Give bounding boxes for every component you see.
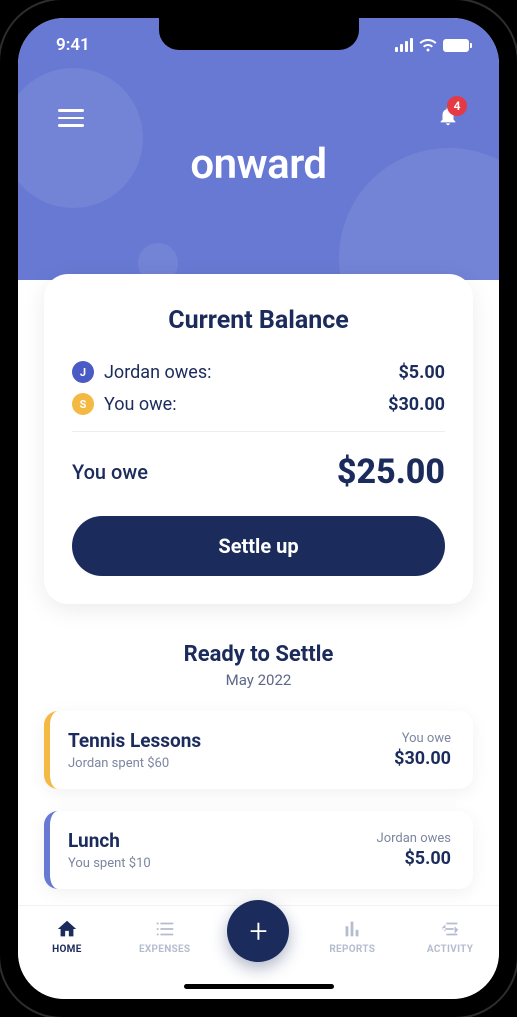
wifi-icon xyxy=(419,38,437,52)
expense-subtitle: Jordan spent $60 xyxy=(68,756,201,771)
balance-row-label: You owe: xyxy=(104,394,177,415)
ready-to-settle-title: Ready to Settle xyxy=(44,642,473,667)
app-logo: onward xyxy=(18,140,499,189)
avatar-you: S xyxy=(72,393,94,415)
expense-title: Tennis Lessons xyxy=(68,729,201,752)
nav-activity[interactable]: ACTIVITY xyxy=(415,918,485,955)
balance-row-jordan: J Jordan owes: $5.00 xyxy=(72,361,445,383)
battery-icon xyxy=(443,39,469,52)
nav-label: EXPENSES xyxy=(139,944,190,955)
expense-amount: $5.00 xyxy=(377,848,451,869)
add-button[interactable]: + xyxy=(227,900,289,962)
balance-card: Current Balance J Jordan owes: $5.00 S Y… xyxy=(44,274,473,604)
signal-icon xyxy=(395,38,413,52)
balance-title: Current Balance xyxy=(72,306,445,335)
list-icon xyxy=(153,918,177,940)
expense-amount: $30.00 xyxy=(394,748,451,769)
avatar-jordan: J xyxy=(72,361,94,383)
notification-badge: 4 xyxy=(447,96,467,116)
expense-owe-label: You owe xyxy=(394,731,451,746)
nav-label: HOME xyxy=(52,944,82,955)
balance-total-amount: $25.00 xyxy=(337,452,445,492)
nav-label: REPORTS xyxy=(329,944,375,955)
balance-row-amount: $30.00 xyxy=(388,394,445,415)
menu-icon[interactable] xyxy=(58,104,84,132)
plus-icon: + xyxy=(249,912,267,950)
settle-up-button[interactable]: Settle up xyxy=(72,516,445,576)
nav-label: ACTIVITY xyxy=(427,944,473,955)
expense-title: Lunch xyxy=(68,829,151,852)
balance-total-row: You owe $25.00 xyxy=(72,452,445,492)
home-icon xyxy=(55,918,79,940)
nav-reports[interactable]: REPORTS xyxy=(317,918,387,955)
activity-icon xyxy=(438,918,462,940)
status-indicators xyxy=(395,38,469,52)
divider xyxy=(72,431,445,432)
balance-row-amount: $5.00 xyxy=(398,362,445,383)
notifications-button[interactable]: 4 xyxy=(437,104,459,132)
balance-row-label: Jordan owes: xyxy=(104,362,211,383)
home-indicator xyxy=(184,984,334,989)
balance-total-label: You owe xyxy=(72,460,148,484)
status-time: 9:41 xyxy=(56,35,90,55)
nav-expenses[interactable]: EXPENSES xyxy=(130,918,200,955)
expense-subtitle: You spent $10 xyxy=(68,856,151,871)
nav-home[interactable]: HOME xyxy=(32,918,102,955)
expense-item[interactable]: Tennis Lessons Jordan spent $60 You owe … xyxy=(44,711,473,789)
expense-owe-label: Jordan owes xyxy=(377,831,451,846)
balance-row-you: S You owe: $30.00 xyxy=(72,393,445,415)
expense-item[interactable]: Lunch You spent $10 Jordan owes $5.00 xyxy=(44,811,473,889)
chart-icon xyxy=(340,918,364,940)
ready-to-settle-period: May 2022 xyxy=(44,671,473,689)
